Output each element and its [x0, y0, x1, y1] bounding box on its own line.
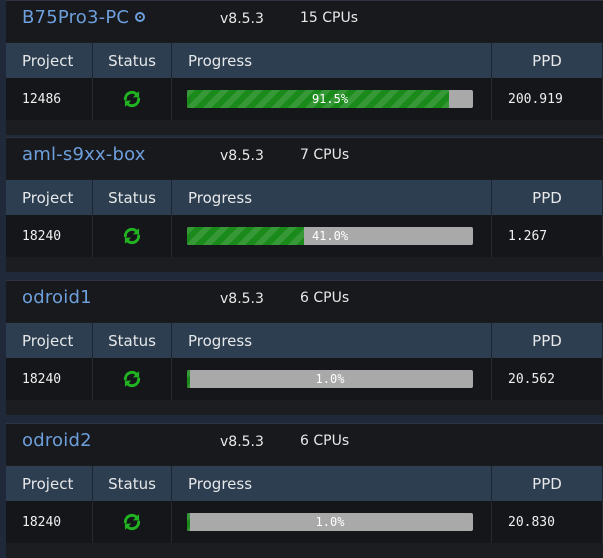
table-row[interactable]: 18240 1.0% 20.830 — [6, 501, 603, 543]
column-header-progress[interactable]: Progress — [172, 180, 492, 215]
refresh-icon — [123, 90, 141, 108]
progress-bar: 1.0% — [187, 513, 473, 531]
project-id: 12486 — [6, 78, 93, 120]
column-header-status[interactable]: Status — [93, 43, 172, 78]
project-id: 18240 — [6, 358, 93, 400]
progress-bar: 41.0% — [187, 227, 473, 245]
progress-cell: 41.0% — [172, 215, 492, 257]
table-header: Project Status Progress PPD — [6, 323, 603, 358]
column-header-status[interactable]: Status — [93, 466, 172, 501]
cpu-count-label: 15 CPUs — [300, 10, 359, 26]
status-cell — [93, 78, 172, 120]
column-header-project[interactable]: Project — [6, 323, 93, 358]
column-header-status[interactable]: Status — [93, 180, 172, 215]
table-row[interactable]: 18240 1.0% 20.562 — [6, 358, 603, 400]
column-header-progress[interactable]: Progress — [172, 466, 492, 501]
table-row[interactable]: 18240 41.0% 1.267 — [6, 215, 603, 257]
machine-panel: odroid1 v8.5.3 6 CPUs Project Status Pro… — [6, 280, 603, 415]
ppd-value: 1.267 — [492, 215, 603, 257]
machine-header: B75Pro3-PC v8.5.3 15 CPUs — [6, 1, 603, 42]
ppd-value: 20.830 — [492, 501, 603, 543]
table-header: Project Status Progress PPD — [6, 180, 603, 215]
machine-panel: B75Pro3-PC v8.5.3 15 CPUs Project Status… — [6, 0, 603, 135]
version-label: v8.5.3 — [220, 434, 264, 450]
machine-header: aml-s9xx-box v8.5.3 7 CPUs — [6, 138, 603, 179]
ppd-value: 20.562 — [492, 358, 603, 400]
version-label: v8.5.3 — [220, 11, 264, 27]
column-header-progress[interactable]: Progress — [172, 43, 492, 78]
machine-panel: odroid2 v8.5.3 6 CPUs Project Status Pro… — [6, 423, 603, 558]
machine-name-link[interactable]: odroid1 — [22, 287, 92, 308]
machine-header: odroid2 v8.5.3 6 CPUs — [6, 424, 603, 465]
status-cell — [93, 501, 172, 543]
refresh-icon — [123, 513, 141, 531]
machine-name-link[interactable]: aml-s9xx-box — [22, 144, 146, 165]
machine-panel: aml-s9xx-box v8.5.3 7 CPUs Project Statu… — [6, 137, 603, 272]
cpu-count-label: 7 CPUs — [300, 147, 350, 163]
progress-text: 1.0% — [315, 515, 345, 529]
column-header-project[interactable]: Project — [6, 466, 93, 501]
progress-bar: 1.0% — [187, 370, 473, 388]
cpu-count-label: 6 CPUs — [300, 290, 350, 306]
table-header: Project Status Progress PPD — [6, 43, 603, 78]
column-header-ppd[interactable]: PPD — [492, 43, 603, 78]
machine-header: odroid1 v8.5.3 6 CPUs — [6, 281, 603, 322]
refresh-icon — [123, 227, 141, 245]
column-header-ppd[interactable]: PPD — [492, 180, 603, 215]
column-header-ppd[interactable]: PPD — [492, 466, 603, 501]
ppd-value: 200.919 — [492, 78, 603, 120]
progress-text: 91.5% — [311, 92, 349, 106]
progress-cell: 91.5% — [172, 78, 492, 120]
status-cell — [93, 358, 172, 400]
status-cell — [93, 215, 172, 257]
column-header-status[interactable]: Status — [93, 323, 172, 358]
version-label: v8.5.3 — [220, 148, 264, 164]
version-label: v8.5.3 — [220, 291, 264, 307]
column-header-ppd[interactable]: PPD — [492, 323, 603, 358]
progress-text: 41.0% — [311, 229, 349, 243]
refresh-icon — [123, 370, 141, 388]
project-id: 18240 — [6, 215, 93, 257]
machine-list: B75Pro3-PC v8.5.3 15 CPUs Project Status… — [0, 0, 603, 558]
table-row[interactable]: 12486 91.5% 200.919 — [6, 78, 603, 120]
progress-bar: 91.5% — [187, 90, 473, 108]
table-header: Project Status Progress PPD — [6, 466, 603, 501]
cpu-count-label: 6 CPUs — [300, 433, 350, 449]
machine-name-link[interactable]: B75Pro3-PC — [22, 7, 146, 28]
column-header-project[interactable]: Project — [6, 43, 93, 78]
progress-cell: 1.0% — [172, 501, 492, 543]
column-header-project[interactable]: Project — [6, 180, 93, 215]
progress-cell: 1.0% — [172, 358, 492, 400]
project-id: 18240 — [6, 501, 93, 543]
machine-name-link[interactable]: odroid2 — [22, 430, 92, 451]
target-icon — [135, 12, 146, 22]
column-header-progress[interactable]: Progress — [172, 323, 492, 358]
progress-text: 1.0% — [315, 372, 345, 386]
